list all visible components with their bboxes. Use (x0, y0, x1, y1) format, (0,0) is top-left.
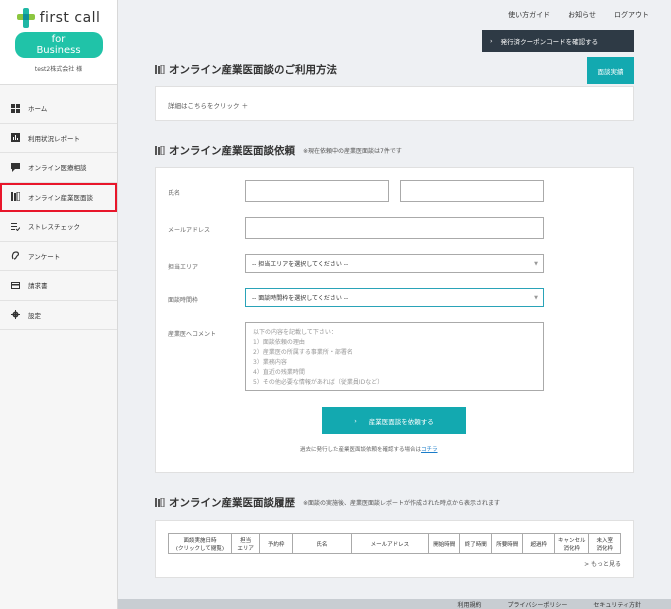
footer: 利用規約 プライバシーポリシー セキュリティ方針 (118, 599, 671, 609)
privacy-link[interactable]: プライバシーポリシー (507, 600, 567, 609)
chevron-right-icon: › (354, 416, 357, 425)
history-title-text: オンライン産業医面談履歴 (169, 497, 295, 509)
column-header: キャンセル 消化枠 (553, 533, 590, 554)
logo-text: first call (39, 10, 101, 26)
chevron-down-icon: ▼ (534, 261, 538, 267)
business-pill: for Business (14, 32, 103, 58)
books-icon (11, 192, 20, 202)
list-check-icon (11, 222, 20, 231)
submit-request-label: 産業医面談を依頼する (368, 417, 434, 426)
top-bar: 使い方ガイド お知らせ ログアウト (118, 0, 671, 30)
history-table: 面談実施日時 (クリックして閲覧) 担当 エリア 予約枠 氏名 メールアドレス … (168, 533, 621, 554)
chevron-right-icon: › (490, 37, 493, 45)
coupon-button-label: 発行済クーポンコードを確認する (500, 38, 599, 46)
books-icon (155, 65, 165, 74)
past-requests-link[interactable]: コチラ (421, 447, 438, 453)
column-header: 超過枠 (522, 533, 555, 554)
sidebar-item-label: オンライン医療相談 (28, 164, 87, 173)
sidebar-item-report[interactable]: 利用状況レポート (0, 124, 117, 153)
time-select[interactable]: -- 面談時間枠を選択してください -- ▼ (245, 288, 544, 307)
request-subtitle: ※現在依頼中の産業医面談は7件です (303, 148, 402, 155)
card-icon (11, 281, 20, 290)
sidebar-item-occupational[interactable]: オンライン産業医面談 (0, 182, 117, 212)
notice-link[interactable]: お知らせ (568, 10, 596, 20)
name-label: 氏名 (168, 190, 181, 197)
area-select[interactable]: -- 担当エリアを選択してください -- ▼ (245, 254, 544, 273)
chat-icon (11, 162, 20, 172)
comment-label: 産業医へコメント (168, 331, 217, 338)
sidebar-item-label: 請求書 (28, 282, 48, 291)
column-header: 所要時間 (490, 533, 524, 554)
company-name: test2株式会社 様 (34, 66, 83, 73)
usage-title-text: オンライン産業医面談のご利用方法 (169, 64, 337, 76)
sidebar-item-invoice[interactable]: 請求書 (0, 271, 117, 301)
column-header[interactable]: 面談実施日時 (クリックして閲覧) (168, 533, 232, 554)
comment-textarea[interactable]: 以下の内容を記載して下さい： 1）面談依頼の理由 2）産業医の所属する事業所・部… (245, 322, 544, 391)
show-more-link[interactable]: > もっと見る (584, 559, 621, 568)
time-select-value: -- 面談時間枠を選択してください -- (252, 295, 349, 302)
column-header: 氏名 (291, 533, 352, 554)
sidebar-item-medical[interactable]: オンライン医療相談 (0, 153, 117, 183)
submit-request-button[interactable]: › 産業医面談を依頼する (322, 407, 466, 434)
sidebar-item-survey[interactable]: アンケート (0, 242, 117, 271)
time-label: 面談時間枠 (168, 297, 199, 304)
details-link[interactable]: 詳細はこちらをクリック ＋ (168, 100, 248, 110)
email-label: メールアドレス (168, 227, 211, 234)
request-title: オンライン産業医面談依頼 ※現在依頼中の産業医面談は7件です (155, 143, 402, 158)
sidebar-item-label: 利用状況レポート (28, 134, 80, 143)
usage-title: オンライン産業医面談のご利用方法 (155, 62, 337, 77)
ear-icon (11, 251, 20, 260)
history-title: オンライン産業医面談履歴 ※面談の実施後、産業医面談レポートが作成された時点から… (155, 495, 500, 510)
books-icon (155, 146, 165, 155)
grid-icon (11, 103, 20, 113)
chart-icon (11, 133, 20, 143)
books-icon (155, 498, 165, 507)
sidebar-item-settings[interactable]: 設定 (0, 301, 117, 330)
sidebar-item-label: ホーム (28, 105, 48, 114)
past-requests-note: 過去に発行した産業医面談依頼を確認する場合はコチラ (300, 445, 438, 453)
sidebar: first call for Business test2株式会社 様 ホーム … (0, 0, 118, 609)
column-header: メールアドレス (350, 533, 430, 554)
logo-area: first call for Business test2株式会社 様 (0, 0, 117, 85)
gear-icon (11, 310, 20, 320)
past-requests-text: 過去に発行した産業医面談依頼を確認する場合は (300, 447, 422, 453)
usage-card: 詳細はこちらをクリック ＋ (155, 86, 634, 121)
area-select-value: -- 担当エリアを選択してください -- (252, 261, 349, 268)
sidebar-item-stress[interactable]: ストレスチェック (0, 212, 117, 242)
email-input[interactable] (245, 217, 544, 239)
column-header: 開始時間 (427, 533, 461, 554)
area-label: 担当エリア (168, 264, 199, 271)
terms-link[interactable]: 利用規約 (457, 600, 481, 609)
last-name-input[interactable] (245, 180, 389, 202)
security-link[interactable]: セキュリティ方針 (593, 600, 641, 609)
sidebar-nav: ホーム 利用状況レポート オンライン医療相談 オンライン産業医面談 ストレスチェ… (0, 94, 117, 330)
column-header: 未入室 消化枠 (588, 533, 621, 554)
guide-link[interactable]: 使い方ガイド (508, 10, 550, 20)
chevron-down-icon: ▼ (534, 295, 538, 301)
sidebar-item-home[interactable]: ホーム (0, 94, 117, 124)
column-header: 終了時間 (459, 533, 492, 554)
record-button[interactable]: 面談実績 (587, 57, 634, 84)
sidebar-item-label: 設定 (28, 311, 41, 320)
coupon-button[interactable]: › 発行済クーポンコードを確認する (482, 30, 634, 52)
table-header-row: 面談実施日時 (クリックして閲覧) 担当 エリア 予約枠 氏名 メールアドレス … (168, 533, 621, 554)
first-name-input[interactable] (400, 180, 544, 202)
history-card: 面談実施日時 (クリックして閲覧) 担当 エリア 予約枠 氏名 メールアドレス … (155, 520, 634, 578)
logout-link[interactable]: ログアウト (614, 10, 649, 20)
sidebar-item-label: ストレスチェック (28, 223, 80, 232)
sidebar-item-label: オンライン産業医面談 (28, 193, 93, 202)
cross-logo-icon (16, 8, 35, 28)
column-header: 担当 エリア (230, 533, 261, 554)
logo[interactable]: first call (0, 0, 117, 28)
request-title-text: オンライン産業医面談依頼 (169, 145, 295, 157)
column-header: 予約枠 (259, 533, 293, 554)
sidebar-item-label: アンケート (28, 252, 61, 261)
history-subtitle: ※面談の実施後、産業医面談レポートが作成された時点から表示されます (303, 500, 501, 507)
